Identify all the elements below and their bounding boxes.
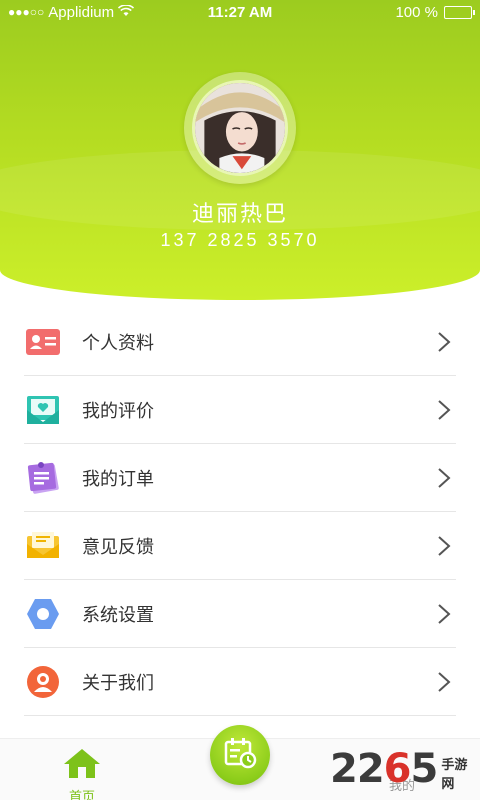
- user-phone: 137 2825 3570: [160, 230, 320, 250]
- user-circle-icon: [24, 663, 62, 701]
- home-icon: [62, 747, 102, 784]
- menu-item-orders[interactable]: 我的订单: [24, 444, 456, 512]
- menu-label: 系统设置: [82, 604, 154, 625]
- menu-label: 关于我们: [82, 672, 154, 693]
- chevron-right-icon: [436, 534, 456, 558]
- profile-menu: 个人资料 我的评价 我的订单 意见反馈 系统设置 关于我们: [24, 308, 456, 716]
- watermark-logo: 2265: [330, 746, 439, 792]
- chevron-right-icon: [436, 466, 456, 490]
- avatar-ring[interactable]: [184, 72, 296, 184]
- mail-icon: [24, 527, 62, 565]
- carrier-name: Applidium: [48, 3, 115, 21]
- heart-envelope-icon: [24, 391, 62, 429]
- menu-label: 个人资料: [82, 332, 154, 353]
- menu-item-reviews[interactable]: 我的评价: [24, 376, 456, 444]
- status-time: 11:27 AM: [207, 3, 273, 21]
- menu-item-profile[interactable]: 个人资料: [24, 308, 456, 376]
- menu-item-settings[interactable]: 系统设置: [24, 580, 456, 648]
- signal-strength: ●●●○○: [8, 5, 45, 19]
- tab-home[interactable]: 首页: [56, 747, 108, 800]
- menu-label: 意见反馈: [82, 536, 154, 557]
- watermark-digit-five: 5: [410, 746, 439, 792]
- tab-schedule-button[interactable]: [210, 725, 270, 785]
- notepad-icon: [24, 459, 62, 497]
- chevron-right-icon: [436, 330, 456, 354]
- menu-label: 我的订单: [82, 468, 154, 489]
- wifi-icon: [118, 3, 135, 21]
- menu-item-feedback[interactable]: 意见反馈: [24, 512, 456, 580]
- chevron-right-icon: [436, 670, 456, 694]
- calendar-clock-icon: [223, 736, 257, 775]
- status-bar: ●●●○○ Applidium 11:27 AM 100 %: [0, 0, 480, 24]
- tab-home-label: 首页: [68, 789, 95, 800]
- menu-label: 我的评价: [82, 400, 154, 421]
- battery-icon: [444, 5, 475, 19]
- menu-item-about[interactable]: 关于我们: [24, 648, 456, 716]
- id-card-icon: [24, 323, 62, 361]
- battery-percent: 100 %: [395, 3, 438, 21]
- watermark-site-name: 手游网: [441, 757, 468, 791]
- site-watermark: 2265 手游网: [330, 742, 480, 796]
- watermark-digit-six: 6: [383, 746, 412, 792]
- chevron-right-icon: [436, 602, 456, 626]
- hexagon-settings-icon: [24, 595, 62, 633]
- watermark-digits-a: 22: [330, 746, 385, 792]
- chevron-right-icon: [436, 398, 456, 422]
- user-name: 迪丽热巴: [191, 201, 288, 226]
- avatar[interactable]: [192, 80, 288, 176]
